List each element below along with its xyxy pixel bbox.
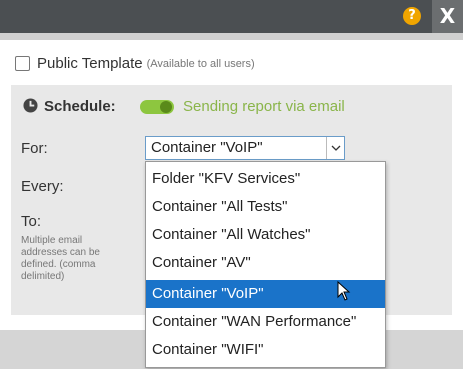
- close-button[interactable]: X: [432, 0, 463, 33]
- clock-icon: [23, 98, 38, 113]
- help-icon[interactable]: ?: [403, 7, 421, 25]
- dropdown-option[interactable]: Container "AV": [146, 249, 385, 277]
- public-template-row: Public Template (Available to all users): [15, 53, 255, 73]
- dropdown-option[interactable]: Container "All Tests": [146, 193, 385, 221]
- to-label: To:: [21, 213, 42, 230]
- dropdown-option[interactable]: Container "WIFI": [146, 336, 385, 364]
- dropdown-option[interactable]: Container "WAN Performance": [146, 308, 385, 336]
- for-label: For:: [21, 140, 48, 157]
- to-help-text: Multiple email addresses can be defined.…: [21, 235, 100, 282]
- select-arrow[interactable]: [326, 137, 344, 159]
- dialog-titlebar: [0, 0, 463, 33]
- schedule-label: Schedule:: [44, 98, 116, 115]
- every-label: Every:: [21, 178, 64, 195]
- dropdown-option[interactable]: Container "All Watches": [146, 221, 385, 249]
- for-select[interactable]: Container "VoIP": [145, 136, 345, 160]
- public-template-checkbox[interactable]: [15, 55, 30, 71]
- for-dropdown-list: Folder "KFV Services" Container "All Tes…: [145, 161, 386, 368]
- toggle-knob[interactable]: [160, 101, 172, 113]
- chevron-down-icon: [331, 145, 340, 151]
- dropdown-option[interactable]: Folder "KFV Services": [146, 165, 385, 193]
- public-template-label[interactable]: Public Template: [37, 55, 143, 72]
- public-template-note: (Available to all users): [146, 58, 255, 70]
- mouse-cursor-icon: [337, 281, 351, 301]
- schedule-status-text: Sending report via email: [183, 98, 345, 115]
